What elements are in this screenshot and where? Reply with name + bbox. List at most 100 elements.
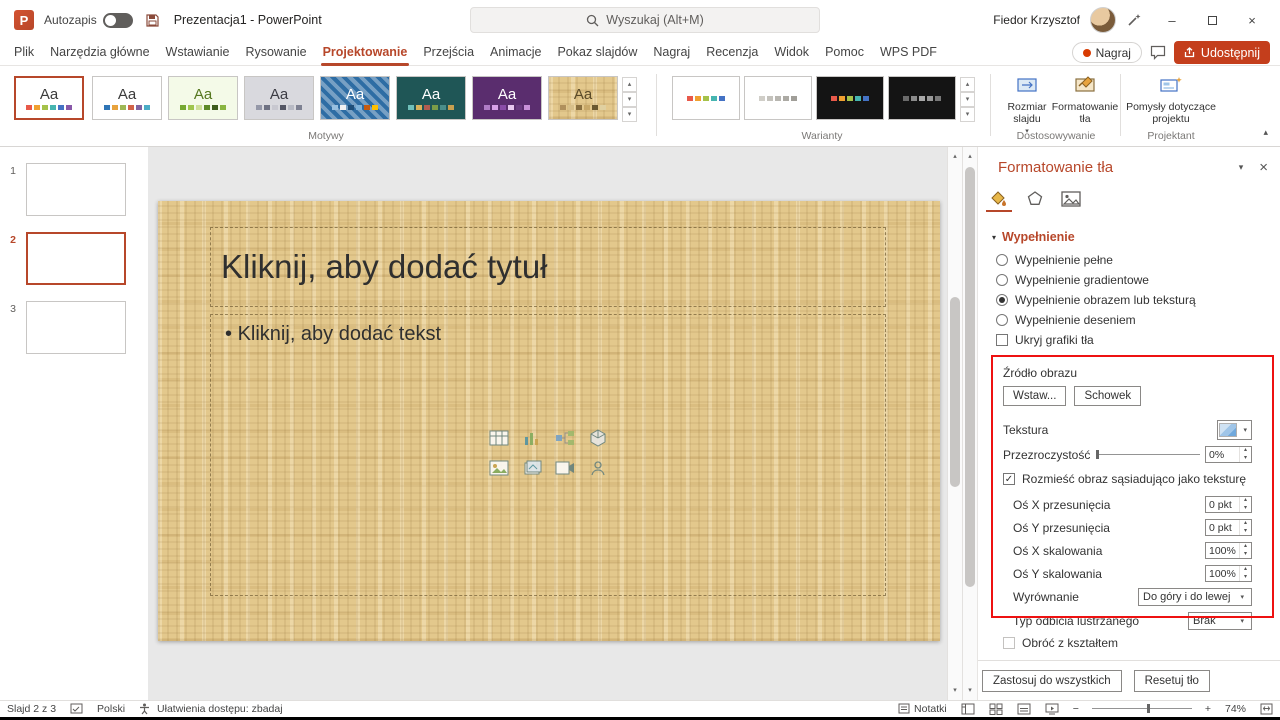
slide-3-thumbnail[interactable]: [26, 301, 126, 354]
insert-cameo-icon[interactable]: [587, 457, 608, 478]
spin-up-icon[interactable]: ▴: [1240, 447, 1251, 455]
tab-narzedzia-glowne[interactable]: Narzędzia główne: [44, 40, 155, 66]
scroll-down-icon[interactable]: ▾: [963, 683, 977, 698]
tab-rysowanie[interactable]: Rysowanie: [239, 40, 312, 66]
mirror-dropdown[interactable]: Brak ▾: [1188, 612, 1252, 630]
zoom-slider[interactable]: [1091, 704, 1192, 713]
themes-scroll-up-icon[interactable]: ▴: [622, 77, 637, 92]
offset-y-spinner[interactable]: ▴▾: [1205, 519, 1252, 536]
scale-y-spinner[interactable]: ▴▾: [1205, 565, 1252, 582]
tab-wstawianie[interactable]: Wstawianie: [160, 40, 236, 66]
autosave-toggle[interactable]: [102, 12, 133, 28]
themes-more-icon[interactable]: ▾: [622, 107, 637, 122]
powerpoint-logo-icon[interactable]: P: [14, 10, 34, 30]
comments-icon[interactable]: [1150, 45, 1166, 60]
tab-wps-pdf[interactable]: WPS PDF: [874, 40, 943, 66]
wand-icon[interactable]: [1126, 12, 1142, 28]
tab-plik[interactable]: Plik: [8, 40, 40, 66]
transparency-slider[interactable]: [1095, 450, 1200, 459]
user-name[interactable]: Fiedor Krzysztof: [993, 13, 1080, 27]
autosave-control[interactable]: Autozapis: [44, 12, 133, 28]
theme-thumbnail-3[interactable]: Aa: [168, 76, 238, 120]
themes-scroll-down-icon[interactable]: ▾: [622, 92, 637, 107]
theme-thumbnail-1[interactable]: Aa: [14, 76, 84, 120]
insert-3d-model-icon[interactable]: [587, 427, 608, 448]
effects-icon[interactable]: [1022, 188, 1048, 212]
offset-y-value[interactable]: [1206, 520, 1239, 535]
fill-section-header[interactable]: ▾ Wypełnienie: [978, 212, 1280, 250]
option-gradient-fill[interactable]: Wypełnienie gradientowe: [978, 270, 1280, 290]
pane-close-icon[interactable]: ×: [1259, 159, 1268, 176]
pane-options-caret-icon[interactable]: ▾: [1239, 162, 1244, 173]
normal-view-icon[interactable]: [954, 703, 982, 715]
scroll-down-icon[interactable]: ▾: [948, 683, 962, 698]
spin-down-icon[interactable]: ▾: [1240, 505, 1251, 513]
slide-sorter-view-icon[interactable]: [982, 703, 1010, 715]
theme-thumbnail-5[interactable]: Aa: [320, 76, 390, 120]
spin-up-icon[interactable]: ▴: [1240, 543, 1251, 551]
slideshow-view-icon[interactable]: [1038, 703, 1066, 715]
language-indicator[interactable]: Polski: [90, 703, 132, 715]
theme-thumbnail-2[interactable]: Aa: [92, 76, 162, 120]
close-button[interactable]: ×: [1232, 0, 1272, 40]
variants-scroll-up-icon[interactable]: ▴: [960, 77, 975, 92]
transparency-value[interactable]: [1205, 447, 1239, 462]
insert-stock-image-icon[interactable]: [521, 457, 542, 478]
insert-picture-icon[interactable]: [488, 457, 509, 478]
title-placeholder[interactable]: Kliknij, aby dodać tytuł: [210, 227, 886, 307]
save-icon[interactable]: [145, 13, 160, 28]
panel-scrollbar[interactable]: ▴ ▾: [962, 147, 977, 700]
hide-background-checkbox[interactable]: Ukryj grafiki tła: [978, 330, 1280, 350]
record-button[interactable]: Nagraj: [1071, 42, 1142, 63]
spin-down-icon[interactable]: ▾: [1240, 455, 1251, 463]
spin-up-icon[interactable]: ▴: [1240, 497, 1251, 505]
user-avatar[interactable]: [1090, 7, 1116, 33]
zoom-level[interactable]: 74%: [1218, 703, 1253, 715]
clipboard-button[interactable]: Schowek: [1074, 386, 1142, 406]
tab-nagraj[interactable]: Nagraj: [647, 40, 696, 66]
variants-more-icon[interactable]: ▾: [960, 107, 975, 122]
alignment-dropdown[interactable]: Do góry i do lewej ▾: [1138, 588, 1252, 606]
variant-thumbnail-4[interactable]: [888, 76, 956, 120]
tab-projektowanie[interactable]: Projektowanie: [317, 40, 414, 66]
variants-scroll-down-icon[interactable]: ▾: [960, 92, 975, 107]
slide-1-thumbnail[interactable]: [26, 163, 126, 216]
fill-bucket-icon[interactable]: [986, 188, 1012, 212]
body-placeholder[interactable]: • Kliknij, aby dodać tekst: [210, 314, 886, 596]
spin-down-icon[interactable]: ▾: [1240, 528, 1251, 536]
tab-pokaz-slajdow[interactable]: Pokaz slajdów: [551, 40, 643, 66]
scale-x-spinner[interactable]: ▴▾: [1205, 542, 1252, 559]
insert-chart-icon[interactable]: [521, 427, 542, 448]
scale-x-value[interactable]: [1206, 543, 1239, 558]
apply-to-all-button[interactable]: Zastosuj do wszystkich: [982, 669, 1122, 692]
insert-picture-button[interactable]: Wstaw...: [1003, 386, 1067, 406]
panel-scroll-thumb[interactable]: [965, 167, 975, 587]
canvas-scrollbar[interactable]: ▴ ▾: [947, 147, 962, 700]
slide-editing-surface[interactable]: Kliknij, aby dodać tytuł • Kliknij, aby …: [158, 201, 940, 641]
tile-as-texture-checkbox[interactable]: ✓ Rozmieść obraz sąsiadująco jako tekstu…: [978, 466, 1280, 489]
spin-down-icon[interactable]: ▾: [1240, 574, 1251, 582]
canvas-scroll-thumb[interactable]: [950, 297, 960, 487]
theme-thumbnail-7[interactable]: Aa: [472, 76, 542, 120]
search-box[interactable]: Wyszukaj (Alt+M): [470, 7, 820, 33]
maximize-button[interactable]: [1192, 0, 1232, 40]
option-solid-fill[interactable]: Wypełnienie pełne: [978, 250, 1280, 270]
minimize-button[interactable]: –: [1152, 0, 1192, 40]
variant-thumbnail-1[interactable]: [672, 76, 740, 120]
option-pattern-fill[interactable]: Wypełnienie deseniem: [978, 310, 1280, 330]
theme-thumbnail-4[interactable]: Aa: [244, 76, 314, 120]
spin-up-icon[interactable]: ▴: [1240, 520, 1251, 528]
notes-button[interactable]: Notatki: [891, 703, 954, 715]
spellcheck-icon[interactable]: [63, 703, 90, 715]
slide-size-button[interactable]: Rozmiar slajdu ▾: [998, 74, 1056, 136]
zoom-in-icon[interactable]: +: [1198, 703, 1218, 715]
insert-table-icon[interactable]: [488, 427, 509, 448]
format-background-button[interactable]: Formatowanie tła: [1052, 74, 1118, 136]
zoom-slider-handle[interactable]: [1146, 704, 1150, 713]
insert-smartart-icon[interactable]: [554, 427, 575, 448]
design-ideas-button[interactable]: Pomysły dotyczące projektu: [1124, 74, 1218, 136]
scale-y-value[interactable]: [1206, 566, 1239, 581]
collapse-ribbon-icon[interactable]: ▴: [1263, 127, 1268, 138]
offset-x-value[interactable]: [1206, 497, 1239, 512]
variant-thumbnail-3[interactable]: [816, 76, 884, 120]
